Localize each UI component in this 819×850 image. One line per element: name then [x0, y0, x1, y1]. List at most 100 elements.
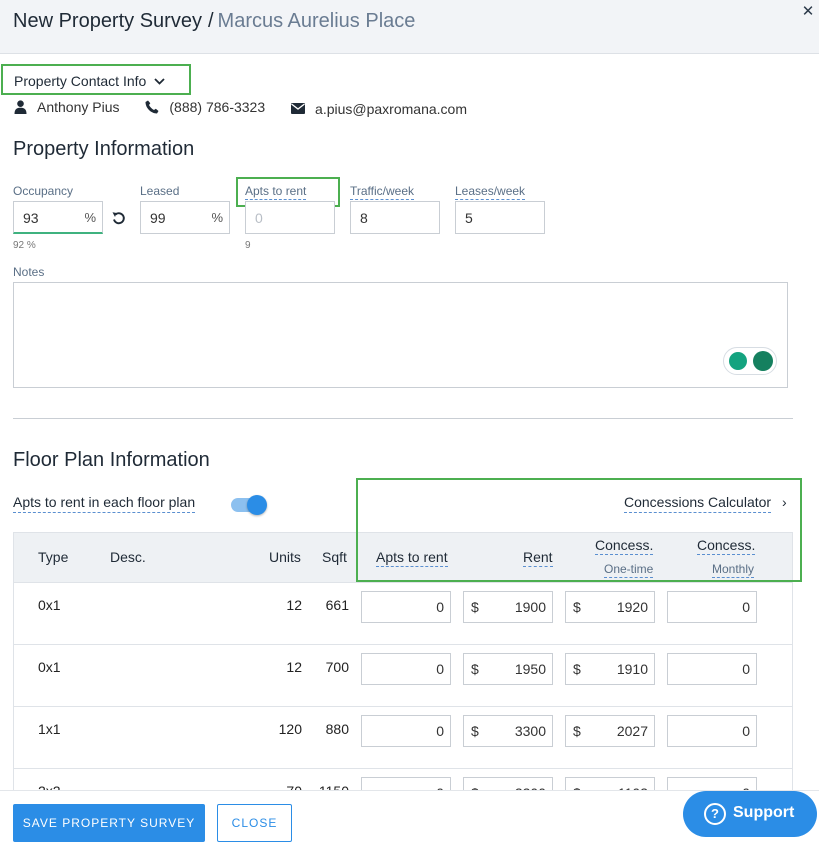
occupancy-input[interactable]: 93 %: [13, 201, 103, 234]
grammarly-icon[interactable]: [753, 351, 773, 371]
col-concess-monthly: Concess.: [697, 537, 756, 555]
concess-monthly-cell-input[interactable]: 0: [667, 715, 757, 747]
contact-email[interactable]: a.pius@paxromana.com: [315, 101, 467, 117]
contact-details: Anthony Pius (888) 786-3323 a.pius@paxro…: [14, 99, 489, 117]
col-concess-monthly-sub: Monthly: [712, 562, 755, 578]
property-contact-toggle[interactable]: Property Contact Info: [1, 64, 191, 95]
row-type: 1x1: [38, 721, 61, 737]
row-units: 12: [286, 659, 302, 675]
currency-symbol: $: [573, 661, 581, 677]
col-desc: Desc.: [110, 549, 146, 565]
concess-onetime-cell-input[interactable]: $1920: [565, 591, 655, 623]
col-rent: Rent: [523, 549, 553, 567]
currency-symbol: $: [573, 599, 581, 615]
apts-to-rent-label: Apts to rent: [245, 184, 307, 200]
traffic-input[interactable]: 8: [350, 201, 440, 234]
apts-to-rent-cell-input[interactable]: 0: [361, 591, 451, 623]
col-concess-onetime: Concess.: [595, 537, 654, 555]
cell-value: 0: [436, 661, 444, 677]
leased-input[interactable]: 99 %: [140, 201, 230, 234]
survey-title: New Property Survey: [13, 10, 202, 32]
notes-textarea[interactable]: [13, 282, 788, 388]
apts-per-floorplan-toggle[interactable]: [231, 494, 267, 516]
table-row: 2x2 70 1150 0 $2200 $1103 0: [14, 769, 792, 791]
row-units: 12: [286, 597, 302, 613]
property-name: Marcus Aurelius Place: [217, 10, 416, 32]
apts-to-rent-cell-input[interactable]: 0: [361, 715, 451, 747]
cell-value: 0: [742, 723, 750, 739]
table-row: 0x1 12 700 0 $1950 $1910 0: [14, 645, 792, 707]
chevron-right-icon[interactable]: ›: [782, 494, 787, 510]
occupancy-value: 93: [23, 210, 39, 226]
occupancy-unit: %: [84, 210, 96, 225]
modal-header: New Property Survey / Marcus Aurelius Plac…: [0, 0, 819, 54]
currency-symbol: $: [471, 723, 479, 739]
cell-value: 0: [742, 599, 750, 615]
currency-symbol: $: [471, 661, 479, 677]
floor-plan-title: Floor Plan Information: [13, 449, 210, 471]
cell-value: 0: [742, 661, 750, 677]
title-separator: /: [207, 10, 214, 32]
leased-label: Leased: [140, 184, 180, 198]
table-header: Type Desc. Units Sqft Apts to rent Rent …: [14, 533, 792, 583]
grammarly-widget[interactable]: [723, 347, 777, 375]
apts-to-rent-cell-input[interactable]: 0: [361, 653, 451, 685]
concess-onetime-cell-input[interactable]: $2027: [565, 715, 655, 747]
rent-cell-input[interactable]: $1900: [463, 591, 553, 623]
apts-to-rent-help: 9: [245, 240, 251, 251]
contact-email-item: a.pius@paxromana.com: [291, 101, 467, 117]
notes-label: Notes: [13, 265, 45, 279]
concess-monthly-cell-input[interactable]: 0: [667, 591, 757, 623]
row-sqft: 661: [325, 597, 349, 613]
table-row: 0x1 12 661 0 $1900 $1920 0: [14, 583, 792, 645]
undo-icon[interactable]: [111, 210, 127, 226]
row-units: 120: [278, 721, 302, 737]
cell-value: 1900: [514, 599, 546, 615]
section-divider: [13, 418, 793, 419]
col-apts-to-rent: Apts to rent: [376, 549, 448, 567]
save-survey-button[interactable]: SAVE PROPERTY SURVEY: [13, 804, 205, 842]
col-type: Type: [38, 549, 69, 565]
support-button[interactable]: ? Support: [683, 791, 817, 837]
contact-phone: (888) 786-3323: [169, 99, 266, 115]
apts-to-rent-input[interactable]: 0: [245, 201, 335, 234]
chevron-down-icon: [154, 76, 165, 88]
leased-value: 99: [150, 210, 166, 226]
col-sqft: Sqft: [322, 549, 347, 565]
user-icon: [14, 100, 27, 114]
concess-onetime-cell-input[interactable]: $1910: [565, 653, 655, 685]
col-units: Units: [269, 549, 301, 565]
concessions-calculator-link[interactable]: Concessions Calculator: [624, 494, 772, 513]
contact-toggle-label: Property Contact Info: [14, 73, 147, 89]
rent-cell-input[interactable]: $1950: [463, 653, 553, 685]
close-icon[interactable]: ✕: [797, 3, 819, 25]
cell-value: 3300: [514, 723, 546, 739]
floor-plan-table: Type Desc. Units Sqft Apts to rent Rent …: [13, 532, 793, 792]
cell-value: 1910: [616, 661, 648, 677]
cell-value: 0: [436, 723, 444, 739]
property-survey-modal: New Property Survey / Marcus Aurelius Plac…: [0, 0, 819, 850]
phone-icon: [145, 100, 159, 114]
currency-symbol: $: [471, 599, 479, 615]
toggle-knob: [247, 495, 267, 515]
lightbulb-icon[interactable]: [729, 352, 747, 370]
cell-value: 1950: [514, 661, 546, 677]
row-type: 0x1: [38, 597, 61, 613]
leased-unit: %: [211, 210, 223, 225]
close-button[interactable]: CLOSE: [217, 804, 292, 842]
row-sqft: 700: [325, 659, 349, 675]
concess-monthly-cell-input[interactable]: 0: [667, 653, 757, 685]
contact-phone-item: (888) 786-3323: [145, 99, 265, 115]
col-concess-onetime-sub: One-time: [604, 562, 654, 578]
apts-to-rent-value: 0: [255, 210, 263, 226]
contact-name: Anthony Pius: [37, 99, 120, 115]
rent-cell-input[interactable]: $3300: [463, 715, 553, 747]
cell-value: 0: [436, 599, 444, 615]
table-row: 1x1 120 880 0 $3300 $2027 0: [14, 707, 792, 769]
support-label: Support: [733, 804, 795, 821]
contact-name-item: Anthony Pius: [14, 99, 120, 115]
leases-input[interactable]: 5: [455, 201, 545, 234]
leases-label: Leases/week: [455, 184, 526, 200]
traffic-label: Traffic/week: [350, 184, 415, 200]
row-sqft: 880: [325, 721, 349, 737]
